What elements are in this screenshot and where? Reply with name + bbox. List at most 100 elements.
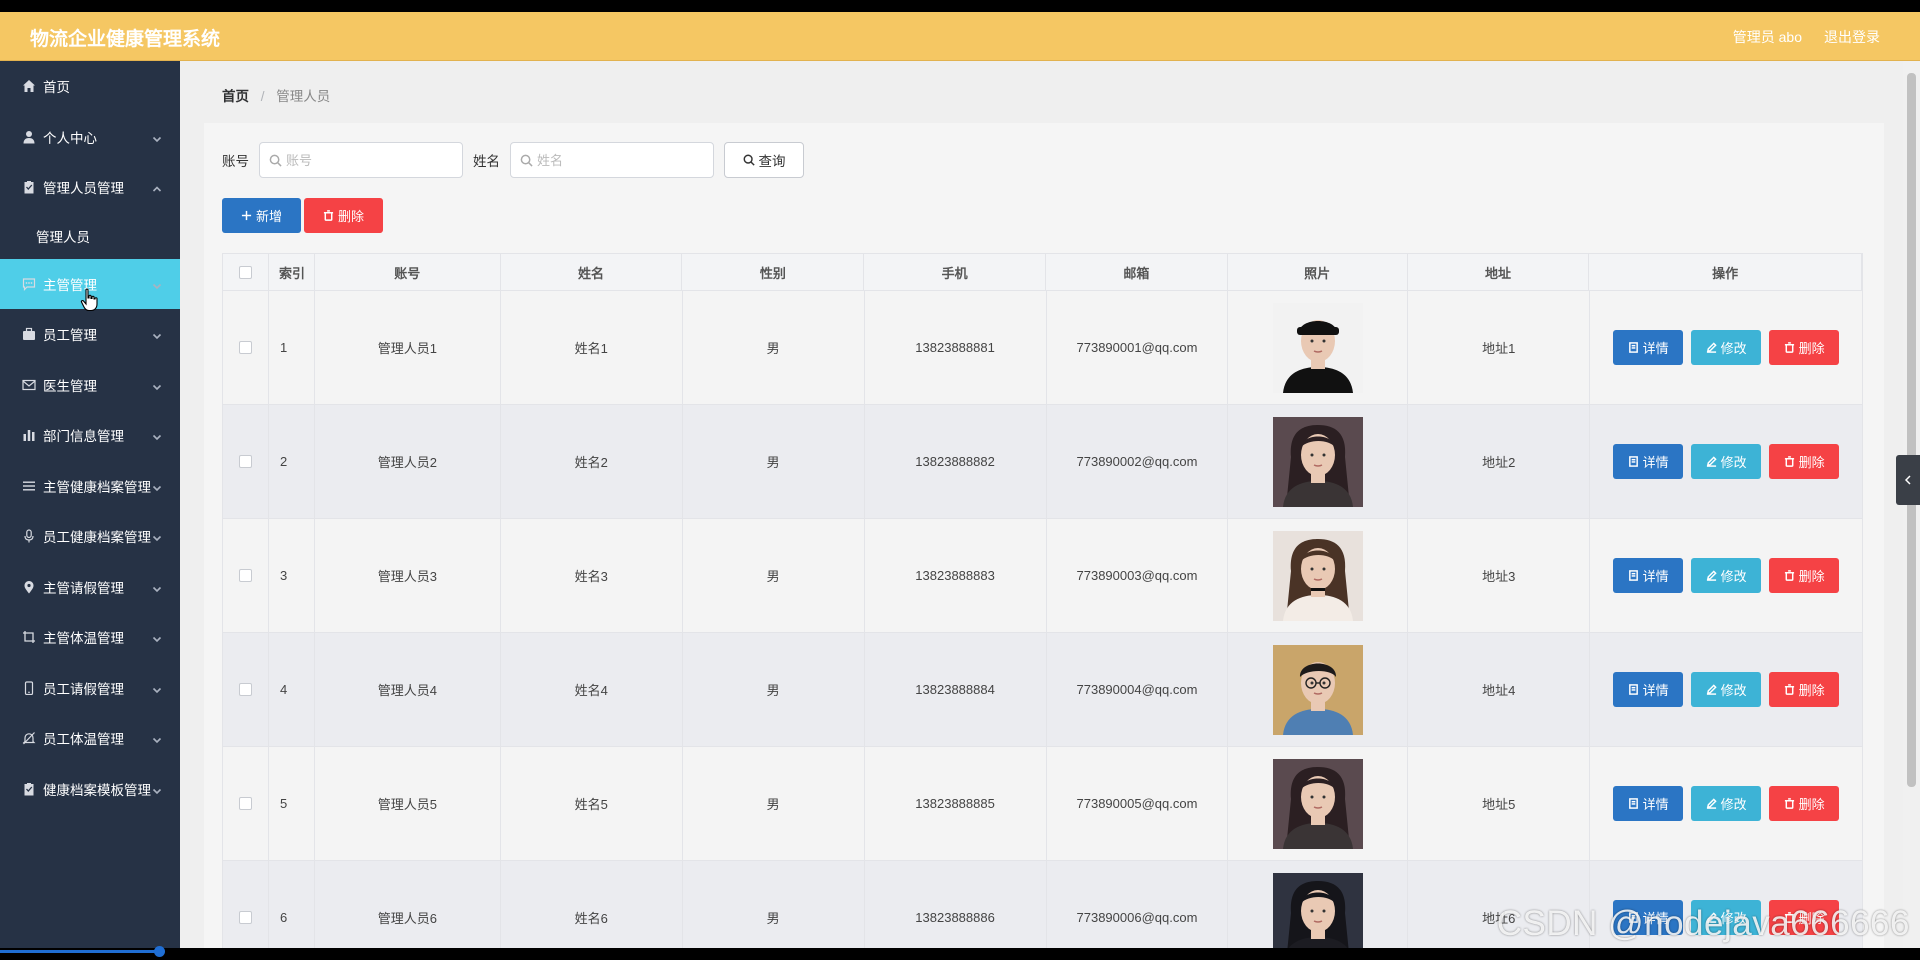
detail-button[interactable]: 详情: [1613, 444, 1684, 479]
clipboard-icon: [22, 782, 36, 796]
chevron-down-icon: [152, 632, 162, 643]
detail-button-label: 详情: [1642, 683, 1669, 698]
collapse-panel-tab[interactable]: [1896, 455, 1920, 505]
sidebar-item-11[interactable]: 主管体温管理: [0, 612, 180, 663]
sidebar-item-5[interactable]: 员工管理: [0, 309, 180, 360]
sidebar-item-1[interactable]: 个人中心: [0, 112, 180, 163]
data-table: 索引 账号 姓名 性别 手机 邮箱 照片 地址 操作 1 管理人员1 姓名1 男 138…: [222, 253, 1864, 948]
row-checkbox[interactable]: [238, 797, 252, 810]
column-header: 手机: [864, 254, 1046, 290]
cell-name: 姓名5: [501, 747, 683, 860]
cell-index: 3: [269, 519, 315, 632]
query-button[interactable]: 查询: [724, 142, 804, 178]
select-all-checkbox[interactable]: [238, 265, 252, 279]
cell-index: 5: [269, 747, 315, 860]
scrollbar-thumb[interactable]: [1907, 73, 1916, 787]
account-search-field[interactable]: [259, 142, 463, 178]
pencil-icon: [1706, 570, 1717, 581]
delete-button[interactable]: 删除: [1769, 330, 1840, 365]
sidebar-item-label: 主管请假管理: [43, 580, 124, 596]
delete-button[interactable]: 删除: [1769, 786, 1840, 821]
sidebar-item-label: 员工健康档案管理: [43, 530, 151, 546]
bar-chart-icon: [22, 428, 36, 442]
detail-button[interactable]: 详情: [1613, 330, 1684, 365]
hand-cursor-icon: [80, 288, 98, 312]
breadcrumb-home[interactable]: 首页: [222, 89, 249, 104]
row-checkbox[interactable]: [238, 341, 252, 354]
sidebar-item-7[interactable]: 部门信息管理: [0, 410, 180, 461]
row-checkbox[interactable]: [238, 455, 252, 468]
detail-button[interactable]: 详情: [1613, 672, 1684, 707]
phone-icon: [22, 681, 36, 695]
video-progress-handle[interactable]: [154, 946, 165, 957]
sidebar-item-label: 员工管理: [43, 328, 97, 344]
cell-gender: 男: [683, 519, 865, 632]
detail-button-label: 详情: [1642, 455, 1669, 470]
batch-delete-button[interactable]: 删除: [304, 198, 383, 233]
cell-account: 管理人员4: [315, 633, 501, 746]
cell-index: 2: [269, 405, 315, 518]
cell-name: 姓名2: [501, 405, 683, 518]
sidebar-item-label: 员工体温管理: [43, 732, 124, 748]
sidebar-item-3[interactable]: 管理人员: [0, 213, 180, 259]
cell-phone: 13823888884: [865, 633, 1047, 746]
row-select-cell: [223, 405, 269, 518]
name-search-field[interactable]: [510, 142, 714, 178]
trash-icon: [1784, 570, 1794, 581]
detail-button[interactable]: 详情: [1613, 786, 1684, 821]
sidebar-item-13[interactable]: 员工体温管理: [0, 713, 180, 764]
sidebar-item-2[interactable]: 管理人员管理: [0, 162, 180, 213]
sidebar-item-8[interactable]: 主管健康档案管理: [0, 461, 180, 512]
delete-button[interactable]: 删除: [1769, 558, 1840, 593]
sidebar-item-12[interactable]: 员工请假管理: [0, 663, 180, 714]
trash-icon: [1784, 798, 1794, 809]
trash-icon: [1784, 684, 1794, 695]
detail-button[interactable]: 详情: [1613, 558, 1684, 593]
video-progress-track[interactable]: [0, 948, 1920, 960]
table-body: 1 管理人员1 姓名1 男 13823888881 773890001@qq.com 地址1…: [222, 291, 1864, 948]
edit-button[interactable]: 修改: [1691, 672, 1762, 707]
detail-button-label: 详情: [1642, 341, 1669, 356]
location-pin-icon: [22, 580, 36, 594]
sidebar-item-6[interactable]: 医生管理: [0, 360, 180, 411]
clipboard-icon: [22, 180, 36, 194]
edit-button[interactable]: 修改: [1691, 558, 1762, 593]
row-select-cell: [223, 861, 269, 948]
account-input[interactable]: [286, 152, 456, 168]
watermark: CSDN @nodejava666666: [1496, 904, 1910, 943]
row-select-cell: [223, 633, 269, 746]
sidebar-item-label: 个人中心: [43, 130, 97, 146]
cell-email: 773890003@qq.com: [1047, 519, 1229, 632]
current-user: 管理员 abo: [1732, 29, 1802, 45]
add-button[interactable]: 新增: [222, 198, 301, 233]
row-checkbox[interactable]: [238, 911, 252, 924]
cell-account: 管理人员6: [315, 861, 501, 948]
avatar-photo: [1272, 302, 1363, 393]
pencil-icon: [1706, 342, 1717, 353]
column-header: 照片: [1228, 254, 1408, 290]
sidebar-item-label: 部门信息管理: [43, 429, 124, 445]
sidebar-item-10[interactable]: 主管请假管理: [0, 562, 180, 613]
logout-link[interactable]: 退出登录: [1824, 27, 1880, 47]
delete-button[interactable]: 删除: [1769, 444, 1840, 479]
sidebar-item-9[interactable]: 员工健康档案管理: [0, 511, 180, 562]
edit-button[interactable]: 修改: [1691, 444, 1762, 479]
cell-account: 管理人员2: [315, 405, 501, 518]
sidebar-item-14[interactable]: 健康档案模板管理: [0, 764, 180, 815]
microphone-icon: [22, 529, 36, 543]
document-icon: [1628, 570, 1638, 581]
row-checkbox[interactable]: [238, 569, 252, 582]
document-icon: [1628, 342, 1638, 353]
name-input[interactable]: [537, 152, 707, 168]
table-row: 2 管理人员2 姓名2 男 13823888882 773890002@qq.com 地址2…: [222, 405, 1864, 519]
edit-button[interactable]: 修改: [1691, 786, 1762, 821]
edit-button[interactable]: 修改: [1691, 330, 1762, 365]
sidebar-item-0[interactable]: 首页: [0, 61, 180, 112]
cell-address: 地址4: [1408, 633, 1591, 746]
delete-button[interactable]: 删除: [1769, 672, 1840, 707]
photo-cell: [1228, 519, 1409, 632]
cell-address: 地址5: [1408, 747, 1591, 860]
query-button-label: 查询: [758, 154, 786, 169]
row-checkbox[interactable]: [238, 683, 252, 696]
detail-button-label: 详情: [1642, 569, 1669, 584]
